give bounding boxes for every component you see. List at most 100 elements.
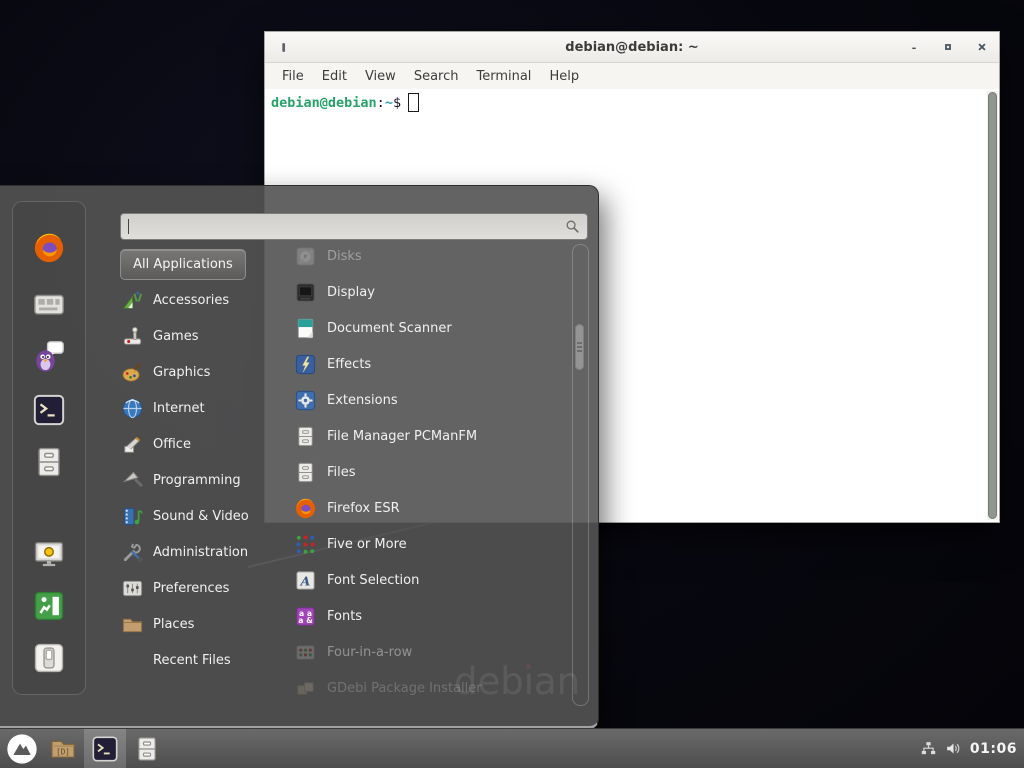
menu-scrollbar-thumb[interactable]	[575, 324, 584, 370]
effects-icon	[294, 353, 317, 376]
category-label: Graphics	[153, 365, 210, 380]
terminal-menu-file[interactable]: File	[273, 69, 313, 84]
taskbar-file-manager-button[interactable]: [D]	[42, 729, 84, 768]
app-item-extensions[interactable]: Extensions	[282, 382, 560, 418]
search-input[interactable]	[121, 219, 564, 234]
office-icon	[121, 433, 144, 456]
app-label: Document Scanner	[327, 321, 452, 336]
file-cabinet-icon	[133, 735, 161, 763]
firefox-icon	[32, 231, 66, 265]
desktop: debıan debian@debian: ~ FileEditViewSear…	[0, 0, 1024, 768]
terminal-menu-search[interactable]: Search	[405, 69, 468, 84]
logout-button[interactable]	[29, 586, 69, 626]
app-label: Firefox ESR	[327, 501, 400, 516]
app-label: Fonts	[327, 609, 362, 624]
terminal-cursor	[408, 93, 419, 112]
app-label: Extensions	[327, 393, 398, 408]
window-maximize-button[interactable]	[941, 40, 955, 54]
app-item-five-or-more[interactable]: Five or More	[282, 526, 560, 562]
window-title: debian@debian: ~	[265, 40, 999, 55]
favorites-column	[12, 201, 86, 695]
terminal-scrollbar[interactable]	[987, 91, 998, 520]
terminal-scrollbar-thumb[interactable]	[988, 92, 997, 519]
fonts-icon: a aa &	[294, 605, 317, 628]
terminal-prompt: debian@debian:~$	[271, 93, 993, 112]
app-label: Five or More	[327, 537, 407, 552]
app-item-effects[interactable]: Effects	[282, 346, 560, 382]
gdebi-icon	[294, 677, 317, 700]
taskbar-terminal-button[interactable]	[84, 729, 126, 768]
app-label: File Manager PCManFM	[327, 429, 477, 444]
category-item-graphics[interactable]: Graphics	[121, 354, 279, 390]
category-label: Sound & Video	[153, 509, 249, 524]
app-item-file-manager-pcmanfm[interactable]: File Manager PCManFM	[282, 418, 560, 454]
taskbar-menu-button[interactable]	[2, 729, 42, 768]
shutdown-button[interactable]	[29, 638, 69, 678]
category-label: Places	[153, 617, 194, 632]
app-item-gdebi-package-installer[interactable]: GDebi Package Installer	[282, 670, 560, 706]
terminal-menu-view[interactable]: View	[356, 69, 405, 84]
category-list: AccessoriesGamesGraphicsInternetOfficePr…	[121, 282, 279, 678]
category-item-recent-files[interactable]: Recent Files	[121, 642, 279, 678]
firefox-icon	[294, 497, 317, 520]
app-label: Font Selection	[327, 573, 419, 588]
app-item-four-in-a-row[interactable]: Four-in-a-row	[282, 634, 560, 670]
app-item-fonts[interactable]: a aa & Fonts	[282, 598, 560, 634]
text-caret	[128, 219, 129, 234]
category-label: Games	[153, 329, 198, 344]
category-item-sound-video[interactable]: Sound & Video	[121, 498, 279, 534]
network-icon[interactable]	[920, 740, 937, 757]
category-item-administration[interactable]: Administration	[121, 534, 279, 570]
app-item-firefox-esr[interactable]: Firefox ESR	[282, 490, 560, 526]
app-item-document-scanner[interactable]: Document Scanner	[282, 310, 560, 346]
document-scanner-icon	[294, 317, 317, 340]
four-in-a-row-icon	[294, 641, 317, 664]
favorite-pidgin-button[interactable]	[29, 336, 69, 376]
lock-screen-icon	[32, 537, 66, 571]
taskbar-clock[interactable]: 01:06	[970, 741, 1017, 757]
application-menu: All Applications Accessories Games Graphic…	[0, 185, 599, 729]
category-item-games[interactable]: Games	[121, 318, 279, 354]
app-item-display[interactable]: Display	[282, 274, 560, 310]
category-item-programming[interactable]: Programming	[121, 462, 279, 498]
window-close-button[interactable]	[975, 40, 989, 54]
menu-scrollbar[interactable]	[572, 244, 589, 706]
terminal-menu-help[interactable]: Help	[540, 69, 588, 84]
favorite-terminal-button[interactable]	[29, 390, 69, 430]
app-label: Effects	[327, 357, 371, 372]
terminal-titlebar[interactable]: debian@debian: ~	[265, 32, 999, 63]
app-label: Files	[327, 465, 356, 480]
taskbar-files-button[interactable]	[126, 729, 168, 768]
app-item-font-selection[interactable]: AFont Selection	[282, 562, 560, 598]
terminal-menu-edit[interactable]: Edit	[313, 69, 356, 84]
volume-icon[interactable]	[945, 740, 962, 757]
category-item-office[interactable]: Office	[121, 426, 279, 462]
favorite-keyboard-button[interactable]	[29, 284, 69, 324]
favorite-firefox-button[interactable]	[29, 228, 69, 268]
display-icon	[294, 281, 317, 304]
all-applications-button[interactable]: All Applications	[120, 249, 246, 280]
app-item-disks[interactable]: Disks	[282, 238, 560, 274]
app-item-files[interactable]: Files	[282, 454, 560, 490]
category-item-preferences[interactable]: Preferences	[121, 570, 279, 606]
games-icon	[121, 325, 144, 348]
programming-icon	[121, 469, 144, 492]
category-label: Recent Files	[153, 653, 231, 668]
administration-icon	[121, 541, 144, 564]
terminal-menu-terminal[interactable]: Terminal	[467, 69, 540, 84]
app-label: GDebi Package Installer	[327, 681, 482, 696]
accessories-icon	[121, 289, 144, 312]
menu-search-box[interactable]	[120, 213, 588, 240]
search-icon	[564, 218, 581, 235]
favorite-file-manager-button[interactable]	[29, 442, 69, 482]
shutdown-icon	[32, 641, 66, 675]
category-item-accessories[interactable]: Accessories	[121, 282, 279, 318]
taskbar-launchers: [D]	[0, 729, 168, 768]
file-cabinet-icon	[294, 425, 317, 448]
category-item-internet[interactable]: Internet	[121, 390, 279, 426]
category-item-places[interactable]: Places	[121, 606, 279, 642]
places-icon	[121, 613, 144, 636]
lock-screen-button[interactable]	[29, 534, 69, 574]
five-or-more-icon	[294, 533, 317, 556]
window-minimize-button[interactable]	[907, 40, 921, 54]
